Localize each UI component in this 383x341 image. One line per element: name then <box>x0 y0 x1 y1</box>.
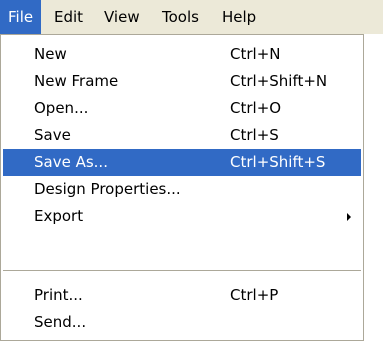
menu-item-shortcut: Ctrl+Shift+S <box>230 153 326 171</box>
menu-item-shortcut: Ctrl+S <box>230 126 279 144</box>
menu-item-label: New <box>34 45 67 63</box>
menu-item-label: Design Properties... <box>34 180 181 198</box>
menu-item-export[interactable]: Export <box>3 203 361 230</box>
menu-item-label: New Frame <box>34 72 119 90</box>
menu-item-shortcut: Ctrl+O <box>230 99 282 117</box>
menu-item-label: Save As... <box>34 153 108 171</box>
menu-item-label: Open... <box>34 99 89 117</box>
menu-item-shortcut: Ctrl+P <box>230 286 279 304</box>
menu-item-shortcut: Ctrl+N <box>230 45 281 63</box>
submenu-arrow-icon <box>347 213 351 221</box>
menu-item-save[interactable]: Save Ctrl+S <box>3 122 361 149</box>
menu-item-new[interactable]: New Ctrl+N <box>3 41 361 68</box>
menu-item-label: Print... <box>34 286 83 304</box>
menu-view[interactable]: View <box>96 0 148 34</box>
menu-tools[interactable]: Tools <box>154 0 207 34</box>
menu-separator <box>3 270 361 271</box>
menu-item-label: Export <box>34 207 84 225</box>
menu-item-new-frame[interactable]: New Frame Ctrl+Shift+N <box>3 68 361 95</box>
menu-item-send[interactable]: Send... <box>3 309 361 336</box>
menu-file[interactable]: File <box>0 0 42 34</box>
menu-item-label: Save <box>34 126 71 144</box>
menu-item-design-properties[interactable]: Design Properties... <box>3 176 361 203</box>
menu-item-label: Send... <box>34 313 87 331</box>
menu-item-save-as[interactable]: Save As... Ctrl+Shift+S <box>3 149 361 176</box>
menu-item-print[interactable]: Print... Ctrl+P <box>3 282 361 309</box>
menu-help[interactable]: Help <box>214 0 264 34</box>
menu-bar: File Edit View Tools Help <box>0 0 383 34</box>
menu-edit[interactable]: Edit <box>46 0 91 34</box>
file-menu-dropdown: New Ctrl+N New Frame Ctrl+Shift+N Open..… <box>0 34 364 341</box>
menu-item-open[interactable]: Open... Ctrl+O <box>3 95 361 122</box>
menu-item-shortcut: Ctrl+Shift+N <box>230 72 328 90</box>
